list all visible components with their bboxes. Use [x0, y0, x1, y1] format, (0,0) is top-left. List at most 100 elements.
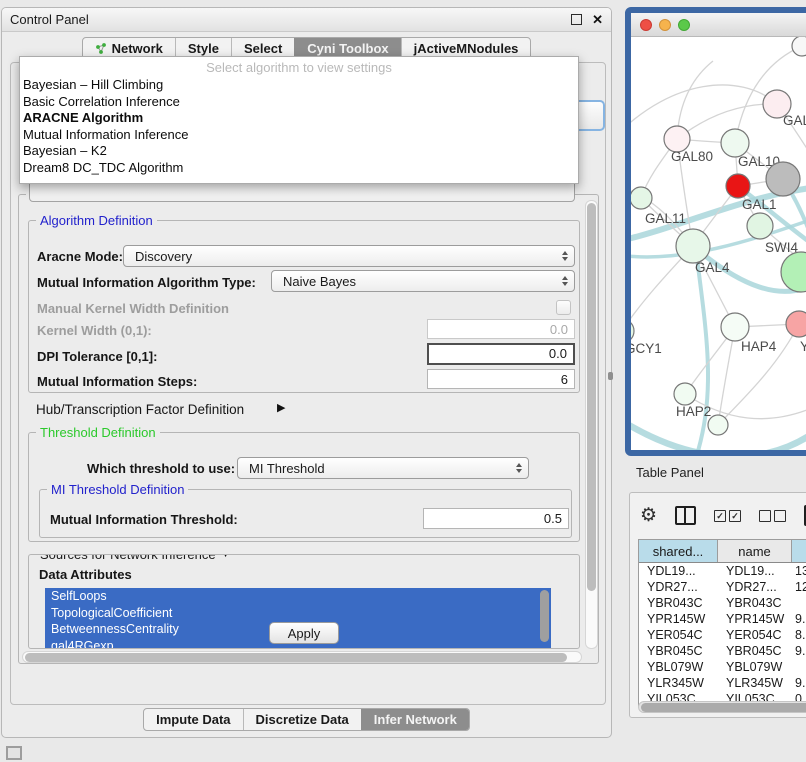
algorithm-option[interactable]: ARACNE Algorithm: [20, 110, 578, 127]
column-header-name[interactable]: name: [718, 540, 792, 562]
manual-kernel-width-checkbox[interactable]: [556, 300, 571, 315]
settings-vertical-scrollbar-thumb[interactable]: [587, 203, 596, 591]
table-cell: 13: [792, 563, 806, 579]
network-node[interactable]: [674, 383, 696, 405]
table-cell: YBR045C: [639, 643, 718, 659]
table-cell: YBL079W: [639, 659, 718, 675]
network-view-window: GALGAL80GAL10GAL1GAL11SWI4GAL4YHAP4GCY1H…: [625, 7, 806, 456]
table-cell: YPR145W: [639, 611, 718, 627]
settings-horizontal-scrollbar-thumb[interactable]: [25, 653, 567, 662]
table-row[interactable]: YBR045CYBR045C9.: [639, 643, 806, 659]
network-node[interactable]: [676, 229, 710, 263]
network-node[interactable]: [792, 37, 806, 56]
tab-impute-data-label: Impute Data: [156, 712, 230, 727]
kernel-width-field[interactable]: 0.0: [427, 319, 575, 339]
network-node[interactable]: [721, 129, 749, 157]
window-grip-icon[interactable]: [6, 746, 22, 760]
table-cell: [792, 595, 806, 611]
network-edge: [631, 85, 777, 133]
network-canvas[interactable]: GALGAL80GAL10GAL1GAL11SWI4GAL4YHAP4GCY1H…: [631, 37, 806, 456]
network-node[interactable]: [721, 313, 749, 341]
columns-icon[interactable]: [675, 506, 696, 525]
network-graph: GALGAL80GAL10GAL1GAL11SWI4GAL4YHAP4GCY1H…: [631, 37, 806, 456]
table-row[interactable]: YBR043CYBR043C: [639, 595, 806, 611]
aracne-mode-value: Discovery: [135, 249, 192, 264]
mi-threshold-label: Mutual Information Threshold:: [50, 512, 238, 527]
algorithm-option[interactable]: Bayesian – K2: [20, 143, 578, 160]
aracne-mode-combo[interactable]: Discovery: [123, 245, 575, 267]
table-row[interactable]: YDR27...YDR27...12: [639, 579, 806, 595]
mi-algorithm-type-combo[interactable]: Naive Bayes: [271, 270, 575, 292]
deselect-all-checkboxes-icon[interactable]: [759, 510, 786, 522]
panel-splitter-handle[interactable]: [608, 372, 613, 380]
algorithm-option[interactable]: Dream8 DC_TDC Algorithm: [20, 160, 578, 177]
algorithm-definition-title: Algorithm Definition: [36, 213, 157, 228]
dpi-tolerance-field[interactable]: 0.0: [427, 343, 575, 365]
sources-collapse-arrow-icon[interactable]: ▼: [221, 554, 231, 562]
table-row[interactable]: YDL19...YDL19...13: [639, 563, 806, 579]
checked-box-icon: ✓: [729, 510, 741, 522]
table-cell: YBR045C: [718, 643, 792, 659]
tab-discretize-data[interactable]: Discretize Data: [243, 709, 361, 730]
mi-steps-field[interactable]: 6: [427, 369, 575, 389]
hub-definition-label[interactable]: Hub/Transcription Factor Definition: [36, 402, 244, 417]
tab-infer-network[interactable]: Infer Network: [361, 709, 469, 730]
attribute-list-scrollbar-thumb[interactable]: [540, 590, 549, 642]
network-node[interactable]: [781, 252, 806, 292]
table-cell: YDR27...: [639, 579, 718, 595]
column-header-cut[interactable]: [792, 540, 806, 562]
network-node[interactable]: [726, 174, 750, 198]
gear-icon[interactable]: ⚙: [640, 506, 657, 525]
tab-jactivemnodules-label: jActiveMNodules: [414, 41, 519, 56]
algorithm-option[interactable]: Bayesian – Hill Climbing: [20, 77, 578, 94]
zoom-traffic-light[interactable]: [678, 19, 690, 31]
hub-expand-arrow-icon[interactable]: ▶: [277, 401, 285, 414]
select-all-checkboxes-icon[interactable]: ✓ ✓: [714, 510, 741, 522]
screen: Control Panel ✕ Network Style Select: [0, 0, 806, 762]
table-horizontal-scrollbar-thumb[interactable]: [641, 703, 806, 712]
network-node[interactable]: [786, 311, 806, 337]
mi-threshold-field[interactable]: 0.5: [423, 508, 569, 529]
node-label: HAP4: [741, 339, 777, 354]
table-cell: YDR27...: [718, 579, 792, 595]
threshold-definition-group: Threshold Definition Which threshold to …: [28, 432, 580, 542]
settings-horizontal-scrollbar[interactable]: [22, 651, 582, 663]
network-node[interactable]: [708, 415, 728, 435]
table-row[interactable]: YBL079WYBL079W: [639, 659, 806, 675]
table-horizontal-scrollbar[interactable]: [638, 701, 806, 713]
tab-impute-data[interactable]: Impute Data: [144, 709, 242, 730]
settings-vertical-scrollbar[interactable]: [585, 200, 598, 649]
empty-box-icon: [759, 510, 771, 522]
algorithm-option[interactable]: Basic Correlation Inference: [20, 94, 578, 111]
table-row[interactable]: YPR145WYPR145W9.: [639, 611, 806, 627]
float-window-icon[interactable]: [571, 14, 582, 25]
table-cell: YBR043C: [639, 595, 718, 611]
network-node[interactable]: [631, 187, 652, 209]
sources-title-wrap: Sources for Network Inference ▼: [36, 554, 234, 562]
table-row[interactable]: YLR345WYLR345W9.: [639, 675, 806, 691]
tab-cyni-toolbox-label: Cyni Toolbox: [307, 41, 388, 56]
table-row[interactable]: YER054CYER054C8.: [639, 627, 806, 643]
which-threshold-combo[interactable]: MI Threshold: [237, 457, 529, 479]
attribute-list-item[interactable]: SelfLoops: [45, 588, 551, 605]
bottom-tabstrip: Impute Data Discretize Data Infer Networ…: [143, 708, 470, 731]
network-node[interactable]: [631, 319, 634, 343]
minimize-traffic-light[interactable]: [659, 19, 671, 31]
attribute-list-item[interactable]: TopologicalCoefficient: [45, 605, 551, 622]
column-header-shared-name[interactable]: shared...: [639, 540, 718, 562]
node-label: SWI4: [765, 240, 798, 255]
node-label: GAL: [783, 113, 806, 128]
table-cell: YER054C: [639, 627, 718, 643]
data-attributes-label: Data Attributes: [39, 567, 132, 582]
network-node[interactable]: [747, 213, 773, 239]
table-cell: YER054C: [718, 627, 792, 643]
close-traffic-light[interactable]: [640, 19, 652, 31]
algorithm-option[interactable]: Mutual Information Inference: [20, 127, 578, 144]
network-node[interactable]: [766, 162, 800, 196]
apply-button[interactable]: Apply: [269, 622, 339, 644]
close-icon[interactable]: ✕: [592, 12, 603, 28]
tab-infer-network-label: Infer Network: [374, 712, 457, 727]
table-cell: 12: [792, 579, 806, 595]
tab-discretize-data-label: Discretize Data: [256, 712, 349, 727]
node-label: GAL1: [742, 197, 777, 212]
